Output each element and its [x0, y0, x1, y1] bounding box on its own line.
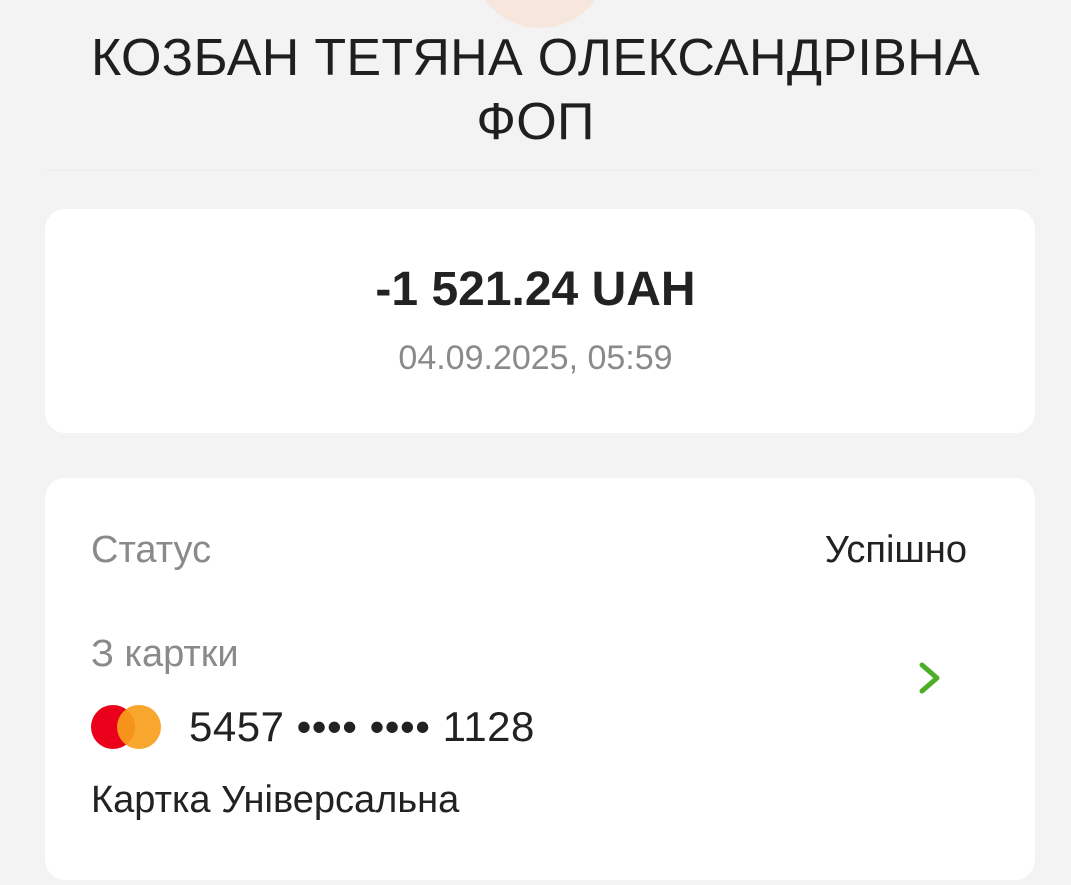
transaction-datetime: 04.09.2025, 05:59	[398, 339, 673, 377]
card-name: Картка Універсальна	[91, 779, 460, 821]
status-value: Успішно	[824, 529, 967, 571]
transaction-amount: -1 521.24 UAH	[375, 263, 696, 316]
status-label: Статус	[91, 529, 212, 571]
card-number: 5457 •••• •••• 1128	[189, 703, 535, 750]
merchant-type: ФОП	[476, 93, 595, 151]
amount-card	[45, 209, 1035, 433]
merchant-title: КОЗБАН ТЕТЯНА ОЛЕКСАНДРІВНА ФОП	[0, 26, 1071, 154]
mastercard-icon	[91, 705, 163, 749]
from-card-row[interactable]: З картки 5457 •••• •••• 1128 Картка Унів…	[45, 620, 1035, 830]
header-divider	[45, 170, 1035, 171]
chevron-right-icon[interactable]	[915, 660, 945, 696]
card-line: 5457 •••• •••• 1128	[91, 702, 535, 752]
merchant-avatar	[478, 0, 602, 28]
merchant-name: КОЗБАН ТЕТЯНА ОЛЕКСАНДРІВНА	[91, 29, 980, 87]
from-card-label: З картки	[91, 633, 239, 675]
